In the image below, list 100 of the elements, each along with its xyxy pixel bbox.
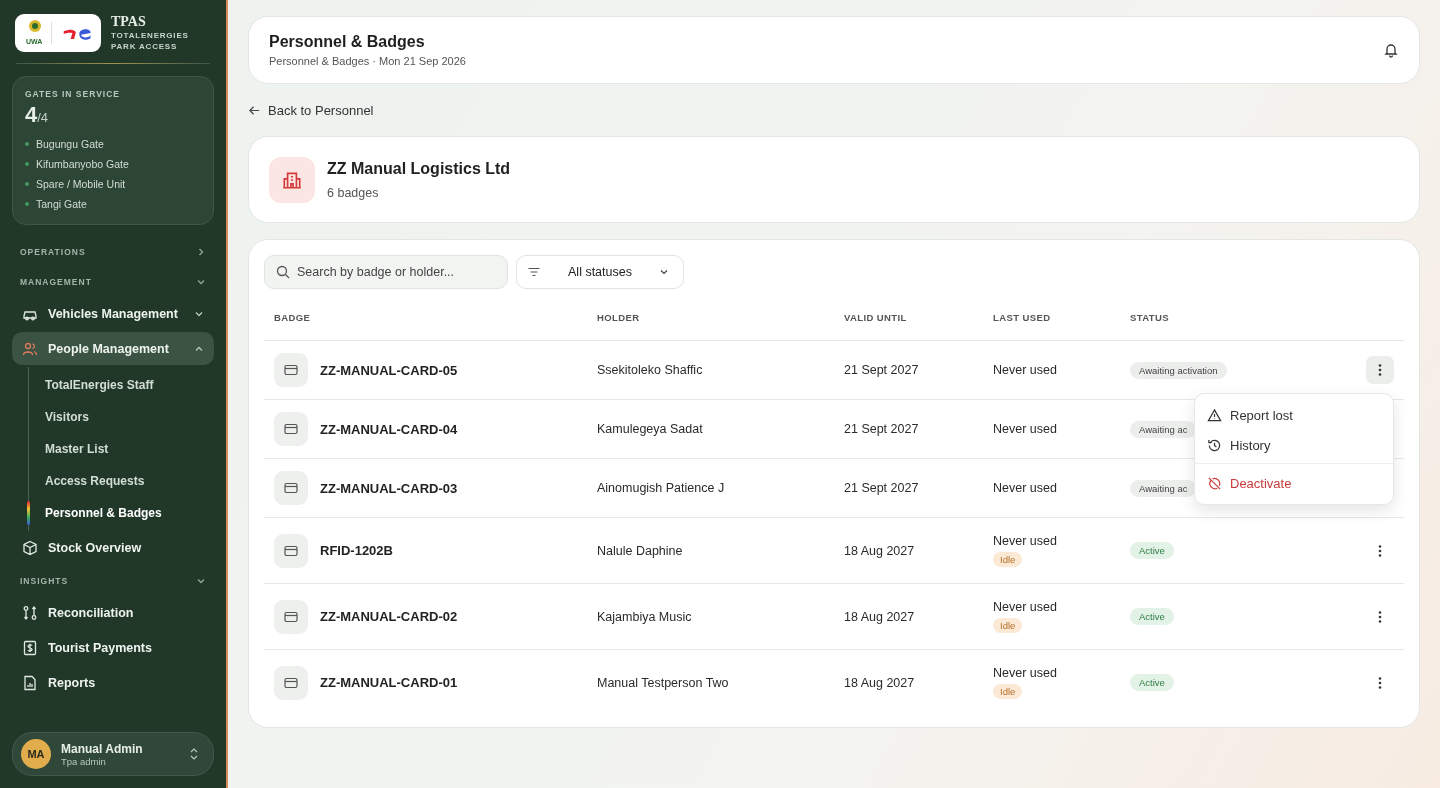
more-icon [1378,609,1382,624]
section-label: INSIGHTS [20,576,69,586]
menu-item[interactable]: Report lost [1195,400,1393,430]
nav-item[interactable]: People Management [12,332,214,365]
bell-icon[interactable] [1383,42,1399,58]
chevron-down-icon [659,267,669,277]
page-subtitle: Personnel & Badges · Mon 21 Sep 2026 [269,55,466,67]
table-cell-text: 18 Aug 2027 [844,543,916,558]
table-cell: Never used [993,363,1057,377]
nav-item[interactable]: Reconciliation [12,596,214,629]
card-icon [274,353,308,387]
table-cell: Never used [993,666,1057,680]
card-icon [274,599,308,634]
table-cell: Never used [993,534,1057,548]
column-header: LAST USED [993,312,1052,323]
search-field[interactable]: Search by badge or holder... [264,255,508,289]
table-cell-text: Manual Testperson Two [597,675,730,690]
people-icon [22,340,38,357]
page-title: Personnel & Badges [269,33,426,51]
column-header: STATUS [1130,312,1170,323]
up-down-chevron-icon [189,747,199,761]
table-cell-text: 21 Sept 2027 [844,481,920,495]
table-cell-text: Kajambiya Music [597,609,693,624]
idle-tag: Idle [993,684,1023,699]
table-cell: RFID-1202B [320,543,393,558]
menu-item[interactable]: Deactivate [1195,468,1393,498]
nav-subitem[interactable]: Access Requests [45,474,145,488]
section-label: OPERATIONS [20,247,86,257]
building-icon [269,156,315,203]
table-cell-text: Kamulegeya Sadat [597,422,704,436]
table-cell-text: 18 Aug 2027 [844,675,916,690]
idle-tag: Idle [993,618,1023,633]
nav-subitem[interactable]: Master List [45,442,109,456]
brand-title: TPAS [111,14,147,30]
status-dropdown[interactable]: All statuses [516,255,684,289]
table-cell-text: 21 Sept 2027 [844,422,920,436]
card-icon [274,533,308,568]
table-cell-text: 21 Sept 2027 [844,363,920,377]
column-header: VALID UNTIL [844,312,908,323]
table-cell: ZZ-MANUAL-CARD-01 [320,675,458,690]
gate-name: Kifumbanyobo Gate [36,158,129,170]
recon-icon [22,604,38,621]
dollar-icon [22,639,38,656]
avatar: MA [21,739,51,769]
chevron-icon[interactable] [196,247,206,257]
brand-subtitle: TOTALENERGIES PARK ACCESS [111,30,190,52]
menu-item[interactable]: History [1195,430,1393,460]
more-icon [1378,543,1382,558]
gates-count: 4 [25,102,38,127]
filter-icon [527,265,541,279]
gate-name: Spare / Mobile Unit [36,178,126,190]
report-icon [22,674,38,691]
column-header: BADGE [274,312,312,323]
nav-subitem[interactable]: TotalEnergies Staff [45,378,154,392]
box-icon [22,539,38,556]
table-cell: Never used [993,600,1057,614]
card-icon [274,471,308,505]
card-icon [274,412,308,446]
more-button[interactable] [1366,356,1394,384]
status-tag: Awaiting ac [1130,420,1197,438]
nav-item[interactable]: Vehicles Management [12,297,214,330]
table-cell: ZZ-MANUAL-CARD-04 [320,421,458,437]
table-cell: ZZ-MANUAL-CARD-05 [320,362,458,378]
table-cell-text: Nalule Daphine [597,543,684,558]
nav-item[interactable]: Tourist Payments [12,631,214,664]
table-cell: Never used [993,481,1057,495]
gates-total: /4 [37,110,49,125]
nav-subitem[interactable]: Personnel & Badges [45,506,162,520]
user-role: Tpa admin [61,755,107,767]
idle-tag: Idle [993,552,1023,567]
gates-label: GATES IN SERVICE [25,89,122,99]
status-tag: Active [1130,542,1174,559]
gate-name: Bugungu Gate [36,138,104,150]
back-link[interactable]: Back to Personnel [248,84,374,136]
gate-name: Tangi Gate [36,198,87,210]
chevron-icon[interactable] [196,576,206,586]
warning-icon [1207,407,1222,423]
status-tag: Active [1130,674,1174,691]
table-cell: ZZ-MANUAL-CARD-02 [320,609,458,624]
active-indicator [27,501,30,525]
crossed-out-icon [1207,475,1222,491]
user-card[interactable]: MA Manual Admin Tpa admin [12,732,214,776]
table-cell-text: Ssekitoleko Shaffic [597,363,704,377]
table-cell-text: Ainomugish Patience J [597,481,726,495]
user-name: Manual Admin [61,741,144,756]
table-cell: ZZ-MANUAL-CARD-03 [320,480,458,496]
nav-item[interactable]: Reports [12,666,214,699]
column-header: HOLDER [597,312,641,323]
chevron-icon[interactable] [196,277,206,287]
table-cell: Never used [993,422,1057,436]
table-cell-text: 18 Aug 2027 [844,609,916,624]
more-icon [1378,675,1382,690]
company-name: ZZ Manual Logistics Ltd [327,159,511,178]
status-tag: Awaiting activation [1130,361,1227,379]
nav-item[interactable]: Stock Overview [12,531,214,564]
more-icon [1378,363,1382,377]
card-icon [274,665,308,700]
section-label: MANAGEMENT [20,277,92,287]
status-tag: Active [1130,608,1174,625]
nav-subitem[interactable]: Visitors [45,410,89,424]
